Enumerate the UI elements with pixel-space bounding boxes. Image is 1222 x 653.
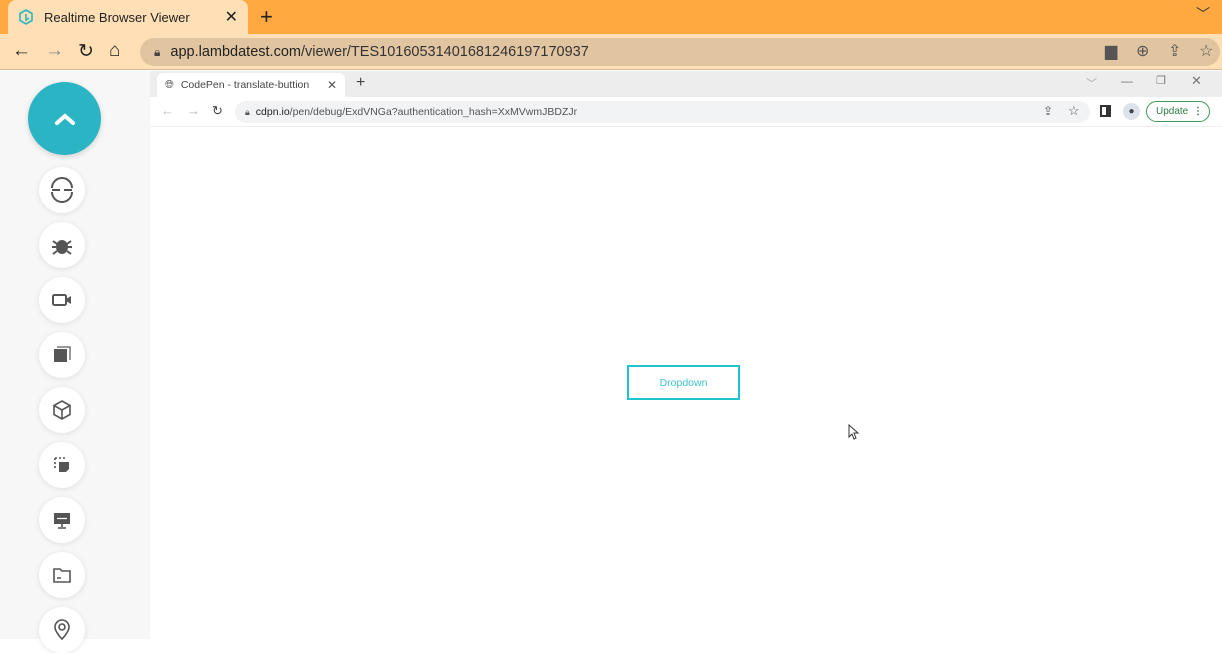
collapse-toolbar-button[interactable] [28,82,101,155]
switch-icon [51,177,73,203]
close-window-button[interactable]: ✕ [1191,73,1202,89]
tab-codepen[interactable]: 🌐︎ CodePen - translate-buttion ✕ [157,73,345,97]
selection-icon [54,457,69,472]
inner-share-icon[interactable]: ⇪ [1043,104,1053,118]
tab-realtime-browser-viewer[interactable]: Realtime Browser Viewer ✕ [8,0,248,34]
minimize-button[interactable]: — [1121,74,1133,88]
inner-tab-title: CodePen - translate-buttion [180,79,310,91]
inner-tab-search-icon[interactable]: ﹀ [1086,75,1097,91]
mouse-cursor-icon [848,424,860,440]
resolution-button[interactable] [39,497,85,543]
profile-avatar-icon[interactable]: ● [1123,103,1140,120]
restore-button[interactable]: ❐ [1156,74,1166,87]
kebab-menu-icon: ⋮ [1193,106,1203,117]
close-tab-icon[interactable]: ✕ [225,7,238,27]
inner-url-path: /pen/debug/ExdVNGa?authentication_hash=X… [289,106,578,118]
inner-address-bar[interactable]: 🔒︎ cdpn.io/pen/debug/ExdVNGa?authenticat… [235,101,1090,123]
side-panel-icon[interactable] [1100,105,1111,117]
inner-new-tab-button[interactable]: + [356,74,365,92]
inner-back-button[interactable]: ← [161,103,174,118]
blocked-popup-icon[interactable]: ▆ [1105,41,1117,61]
new-tab-button[interactable]: + [260,4,273,30]
inner-lock-icon: 🔒︎ [245,106,250,117]
globe-icon: 🌐︎ [165,78,174,91]
update-button[interactable]: Update ⋮ [1146,101,1210,122]
location-pin-icon [54,619,70,641]
gallery-icon [54,346,71,362]
switch-browser-button[interactable] [39,167,85,213]
screenshot-gallery-button[interactable] [39,332,85,378]
cube-icon [53,400,71,420]
lambdatest-logo-icon [19,9,33,25]
bug-icon [52,240,72,255]
files-button[interactable] [39,552,85,598]
address-bar[interactable]: 🔒︎ app.lambdatest.com/viewer/TES10160531… [140,38,1220,66]
record-video-button[interactable] [39,277,85,323]
url-path: /viewer/TES1016053140168124619717093​7 [300,44,589,60]
inner-star-icon[interactable]: ☆ [1068,103,1080,119]
update-label: Update [1156,106,1189,117]
forward-button[interactable]: → [45,40,64,62]
location-button[interactable] [39,607,85,653]
selection-button[interactable] [39,442,85,488]
back-button[interactable]: ← [12,40,31,62]
inner-forward-button[interactable]: → [187,103,200,118]
bug-report-button[interactable] [39,222,85,268]
lock-icon: 🔒︎ [154,44,161,59]
share-icon[interactable]: ⇪ [1168,41,1181,61]
dropdown-label: Dropdown [659,376,708,389]
zoom-icon[interactable]: ⊕ [1136,41,1149,61]
3d-box-button[interactable] [39,387,85,433]
dropdown-button[interactable]: Dropdown [627,365,740,400]
bookmark-star-icon[interactable]: ☆ [1199,41,1213,61]
video-camera-icon [52,294,71,306]
url-host: app.lambdatest.com [170,44,301,60]
reload-button[interactable]: ↻ [78,40,94,63]
monitor-icon [54,513,70,529]
inner-url-host: cdpn.io [255,106,290,118]
folder-icon [53,568,71,583]
chevron-up-icon [54,112,75,125]
home-button[interactable]: ⌂ [109,40,120,62]
inner-reload-button[interactable]: ↻ [212,103,223,119]
tab-search-chevron-icon[interactable]: ﹀ [1196,4,1210,24]
tab-title: Realtime Browser Viewer [44,9,190,25]
close-inner-tab-icon[interactable]: ✕ [327,78,337,92]
